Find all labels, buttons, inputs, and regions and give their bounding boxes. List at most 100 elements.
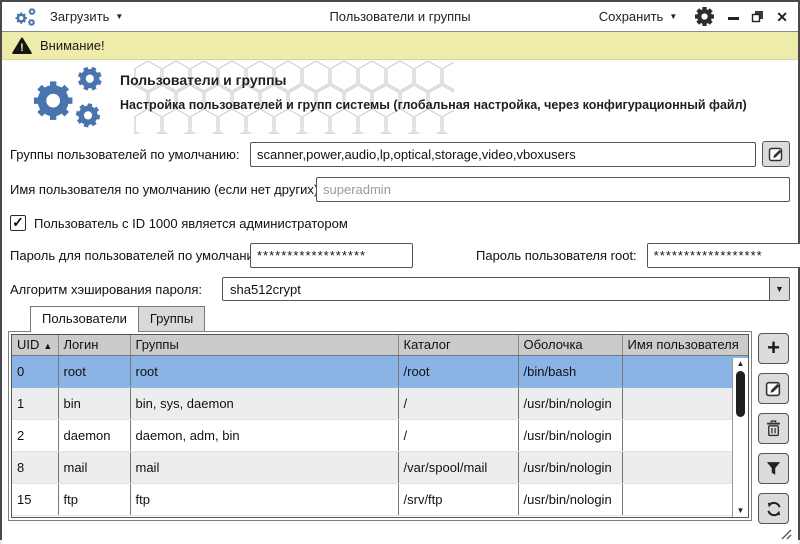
cell-uid: 2 xyxy=(12,419,58,451)
column-header-groups[interactable]: Группы xyxy=(130,335,398,355)
tab-groups[interactable]: Группы xyxy=(139,306,205,331)
cell-fullname xyxy=(622,419,748,451)
tab-bar: Пользователи Группы xyxy=(30,306,790,331)
admin-checkbox[interactable]: ✓ xyxy=(10,215,26,231)
app-gears-icon xyxy=(20,64,112,130)
dropdown-arrow-icon: ▼ xyxy=(769,278,789,300)
warning-banner: ! Внимание! xyxy=(2,32,798,60)
column-header-dir[interactable]: Каталог xyxy=(398,335,518,355)
cell-login: daemon xyxy=(58,419,130,451)
load-button-label: Загрузить xyxy=(50,9,109,24)
edit-user-button[interactable] xyxy=(758,373,789,404)
minimize-icon[interactable] xyxy=(728,17,739,20)
cell-login: root xyxy=(58,355,130,387)
page-title: Пользователи и группы xyxy=(120,72,287,88)
refresh-icon xyxy=(766,501,782,517)
save-button-label: Сохранить xyxy=(599,9,664,24)
save-button[interactable]: Сохранить ▼ xyxy=(595,7,682,26)
cell-fullname xyxy=(622,483,748,515)
main-area: UID▲ Логин Группы Каталог Оболочка Имя п… xyxy=(2,331,798,524)
cell-uid: 15 xyxy=(12,483,58,515)
scroll-up-icon[interactable]: ▲ xyxy=(737,360,745,368)
cell-groups: bin, sys, daemon xyxy=(130,387,398,419)
root-password-label: Пароль пользователя root: xyxy=(476,248,637,263)
cell-dir: /srv/ftp xyxy=(398,483,518,515)
warning-icon: ! xyxy=(12,37,32,55)
resize-grip-icon[interactable] xyxy=(779,527,792,540)
cell-shell: /usr/bin/nologin xyxy=(518,419,622,451)
cell-groups: ftp xyxy=(130,483,398,515)
page-header: Пользователи и группы Настройка пользова… xyxy=(2,60,798,134)
table-row[interactable]: 0 root root /root /bin/bash xyxy=(12,355,748,387)
filter-button[interactable] xyxy=(758,453,789,484)
banner-text: Внимание! xyxy=(40,38,105,53)
column-header-login[interactable]: Логин xyxy=(58,335,130,355)
edit-pencil-icon xyxy=(768,146,784,162)
cell-groups: daemon, adm, bin xyxy=(130,419,398,451)
cell-groups: root xyxy=(130,355,398,387)
table-body: 0 root root /root /bin/bash 1 bin bin, s… xyxy=(12,355,748,515)
cell-dir: / xyxy=(398,387,518,419)
trash-icon xyxy=(766,420,781,437)
hash-algorithm-select[interactable]: sha512crypt ▼ xyxy=(222,277,790,301)
filter-funnel-icon xyxy=(766,461,781,476)
refresh-button[interactable] xyxy=(758,493,789,524)
settings-form: Группы пользователей по умолчанию: Имя п… xyxy=(2,134,798,331)
cell-fullname xyxy=(622,355,748,387)
checkmark-icon: ✓ xyxy=(12,215,24,229)
cell-login: ftp xyxy=(58,483,130,515)
edit-pencil-icon xyxy=(765,380,782,397)
chevron-down-icon: ▼ xyxy=(669,13,677,21)
title-bar: Загрузить ▼ Пользователи и группы Сохран… xyxy=(2,2,798,32)
cell-shell: /usr/bin/nologin xyxy=(518,451,622,483)
users-table: UID▲ Логин Группы Каталог Оболочка Имя п… xyxy=(12,335,748,516)
scroll-thumb[interactable] xyxy=(736,371,745,417)
status-bar xyxy=(2,524,798,544)
cell-dir: /var/spool/mail xyxy=(398,451,518,483)
cell-groups: mail xyxy=(130,451,398,483)
hash-algorithm-value: sha512crypt xyxy=(223,282,769,297)
root-password-input[interactable] xyxy=(647,243,800,268)
tab-users[interactable]: Пользователи xyxy=(30,306,139,332)
app-window: Загрузить ▼ Пользователи и группы Сохран… xyxy=(0,0,800,540)
scroll-down-icon[interactable]: ▼ xyxy=(737,507,745,515)
cell-login: bin xyxy=(58,387,130,419)
add-user-button[interactable]: + xyxy=(758,333,789,364)
table-row[interactable]: 1 bin bin, sys, daemon / /usr/bin/nologi… xyxy=(12,387,748,419)
table-row[interactable]: 15 ftp ftp /srv/ftp /usr/bin/nologin xyxy=(12,483,748,515)
settings-gear-icon[interactable] xyxy=(695,7,714,26)
cell-uid: 0 xyxy=(12,355,58,387)
default-password-label: Пароль для пользователей по умолчанию: xyxy=(10,248,250,263)
chevron-down-icon: ▼ xyxy=(115,13,123,21)
cell-login: mail xyxy=(58,451,130,483)
plus-icon: + xyxy=(767,337,780,359)
cell-uid: 8 xyxy=(12,451,58,483)
admin-checkbox-label: Пользователь с ID 1000 является админист… xyxy=(34,216,348,231)
table-scrollbar[interactable]: ▲ ▼ xyxy=(732,358,748,517)
svg-text:!: ! xyxy=(20,42,24,54)
table-row[interactable]: 2 daemon daemon, adm, bin / /usr/bin/nol… xyxy=(12,419,748,451)
gears-logo-icon xyxy=(12,7,38,27)
default-username-input[interactable] xyxy=(316,177,790,202)
column-header-fullname[interactable]: Имя пользователя xyxy=(622,335,748,355)
edit-groups-button[interactable] xyxy=(762,141,790,167)
default-username-label: Имя пользователя по умолчанию (если нет … xyxy=(10,182,316,197)
table-row[interactable]: 8 mail mail /var/spool/mail /usr/bin/nol… xyxy=(12,451,748,483)
load-button[interactable]: Загрузить ▼ xyxy=(46,7,127,26)
column-header-shell[interactable]: Оболочка xyxy=(518,335,622,355)
default-groups-label: Группы пользователей по умолчанию: xyxy=(10,147,250,162)
default-groups-input[interactable] xyxy=(250,142,756,167)
hash-algorithm-label: Алгоритм хэширования пароля: xyxy=(10,282,222,297)
sort-asc-icon: ▲ xyxy=(43,341,52,351)
page-subtitle: Настройка пользователей и групп системы … xyxy=(120,98,747,112)
table-header-row: UID▲ Логин Группы Каталог Оболочка Имя п… xyxy=(12,335,748,355)
cell-shell: /usr/bin/nologin xyxy=(518,483,622,515)
delete-user-button[interactable] xyxy=(758,413,789,444)
close-icon[interactable]: ✕ xyxy=(776,10,788,24)
column-header-uid[interactable]: UID▲ xyxy=(12,335,58,355)
users-table-pane: UID▲ Логин Группы Каталог Оболочка Имя п… xyxy=(8,331,752,521)
cell-fullname xyxy=(622,387,748,419)
default-password-input[interactable] xyxy=(250,243,413,268)
table-toolbar: + xyxy=(758,331,794,524)
restore-icon[interactable] xyxy=(751,10,764,23)
